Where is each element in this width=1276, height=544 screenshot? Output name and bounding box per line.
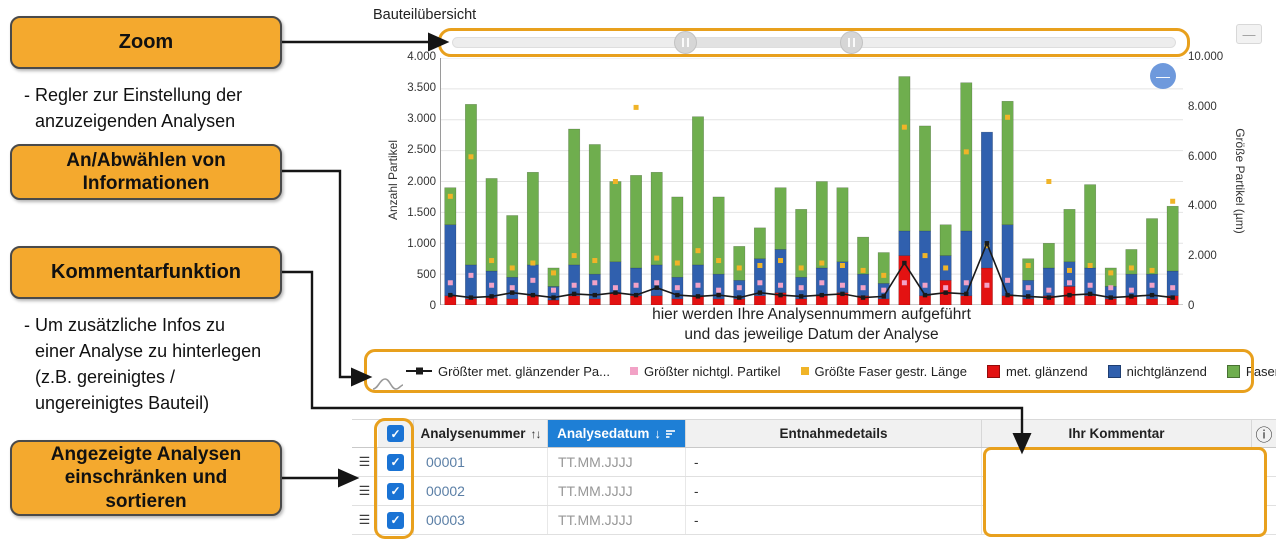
zoom-slider-selected-range[interactable] bbox=[686, 38, 852, 47]
distribution-curve-icon bbox=[372, 376, 404, 392]
y-axis-right-ticks: 10.000 8.000 6.000 4.000 2.000 0 bbox=[1188, 51, 1234, 312]
arrow-toggle-info bbox=[282, 171, 352, 377]
chart-legend: Größter met. glänzender Pa... Größter ni… bbox=[364, 349, 1254, 393]
column-header-analysenummer[interactable]: Analysenummer ↑↓ bbox=[414, 420, 548, 447]
row-checkbox[interactable]: ✓ bbox=[387, 454, 404, 471]
analysis-date: TT.MM.JJJJ bbox=[548, 506, 686, 534]
sort-bars-icon bbox=[666, 429, 676, 439]
check-icon: ✓ bbox=[390, 427, 400, 441]
analysis-date: TT.MM.JJJJ bbox=[548, 448, 686, 476]
comment-cell[interactable] bbox=[982, 477, 1252, 505]
yellow-marker-swatch bbox=[801, 367, 809, 375]
screenshot-root: Zoom - Regler zur Einstellung der anzuze… bbox=[0, 0, 1276, 544]
row-checkbox[interactable]: ✓ bbox=[387, 512, 404, 529]
analysis-table: ✓ Analysenummer ↑↓ Analysedatum ↓ Entnah… bbox=[352, 419, 1276, 535]
row-drag-handle[interactable]: ☰ bbox=[352, 477, 378, 505]
table-row: ☰ ✓ 00002 TT.MM.JJJJ - bbox=[352, 477, 1276, 506]
legend-item-groesster-nichtgl-partikel[interactable]: Größter nichtgl. Partikel bbox=[630, 364, 781, 379]
legend-item-met-glaenzend[interactable]: met. glänzend bbox=[987, 364, 1088, 379]
row-checkbox-cell: ✓ bbox=[378, 477, 414, 505]
column-header-analysedatum[interactable]: Analysedatum ↓ bbox=[548, 420, 686, 447]
legend-item-fasern[interactable]: Fasern bbox=[1227, 364, 1276, 379]
zoom-note: - Regler zur Einstellung der anzuzeigend… bbox=[24, 82, 242, 134]
panel-title: Bauteilübersicht bbox=[373, 7, 476, 23]
zoom-slider-handle-right[interactable] bbox=[840, 31, 863, 54]
comment-note: - Um zusätzliche Infos zu einer Analyse … bbox=[24, 312, 261, 416]
legend-item-groesster-met-glaenzender[interactable]: Größter met. glänzender Pa... bbox=[406, 364, 610, 379]
analysis-details: - bbox=[686, 448, 982, 476]
table-row: ☰ ✓ 00003 TT.MM.JJJJ - bbox=[352, 506, 1276, 535]
x-axis-note-line1: hier werden Ihre Analysennummern aufgefü… bbox=[440, 306, 1183, 324]
x-axis-note-line2: und das jeweilige Datum der Analyse bbox=[440, 326, 1183, 344]
legend-item-nichtglaenzend[interactable]: nichtglänzend bbox=[1108, 364, 1207, 379]
info-icon[interactable]: ⓘ bbox=[1256, 421, 1273, 446]
table-header-row: ✓ Analysenummer ↑↓ Analysedatum ↓ Entnah… bbox=[352, 419, 1276, 448]
check-icon: ✓ bbox=[390, 513, 400, 527]
blue-bar-swatch bbox=[1108, 365, 1121, 378]
callout-zoom: Zoom bbox=[10, 16, 282, 69]
analysis-details: - bbox=[686, 477, 982, 505]
line-marker-swatch bbox=[406, 366, 432, 376]
row-info-cell bbox=[1252, 448, 1276, 476]
chart-zoom-out-button[interactable]: — bbox=[1150, 63, 1176, 89]
comment-cell[interactable] bbox=[982, 448, 1252, 476]
callout-comment: Kommentarfunktion bbox=[10, 246, 282, 299]
row-checkbox-cell: ✓ bbox=[378, 506, 414, 534]
green-bar-swatch bbox=[1227, 365, 1240, 378]
column-header-entnahmedetails[interactable]: Entnahmedetails bbox=[686, 420, 982, 447]
analysis-date: TT.MM.JJJJ bbox=[548, 477, 686, 505]
check-icon: ✓ bbox=[390, 455, 400, 469]
select-all-cell: ✓ bbox=[378, 420, 414, 447]
y-axis-left-ticks: 4.000 3.500 3.000 2.500 2.000 1.500 1.00… bbox=[396, 51, 436, 312]
y-axis-left-title: Anzahl Partikel bbox=[386, 80, 400, 280]
legend-item-groesste-faser[interactable]: Größte Faser gestr. Länge bbox=[801, 364, 967, 379]
callout-restrict-sort: Angezeigte Analysen einschränken und sor… bbox=[10, 440, 282, 516]
callout-toggle-info: An/Abwählen von Informationen bbox=[10, 144, 282, 200]
analysis-number[interactable]: 00001 bbox=[414, 448, 548, 476]
panel-collapse-button[interactable]: — bbox=[1236, 24, 1262, 44]
red-bar-swatch bbox=[987, 365, 1000, 378]
menu-column-header bbox=[352, 420, 378, 447]
table-row: ☰ ✓ 00001 TT.MM.JJJJ - bbox=[352, 448, 1276, 477]
check-icon: ✓ bbox=[390, 484, 400, 498]
comment-cell[interactable] bbox=[982, 506, 1252, 534]
row-info-cell bbox=[1252, 477, 1276, 505]
zoom-slider-handle-left[interactable] bbox=[674, 31, 697, 54]
select-all-checkbox[interactable]: ✓ bbox=[387, 425, 404, 442]
callout-zoom-title: Zoom bbox=[119, 30, 173, 54]
sort-toggle-icon: ↑↓ bbox=[531, 427, 541, 441]
row-drag-handle[interactable]: ☰ bbox=[352, 448, 378, 476]
analysis-details: - bbox=[686, 506, 982, 534]
analysis-number[interactable]: 00002 bbox=[414, 477, 548, 505]
stacked-bar-chart bbox=[440, 58, 1183, 305]
y-axis-right-title: Größe Partikel (µm) bbox=[1233, 81, 1247, 281]
row-info-cell bbox=[1252, 506, 1276, 534]
sort-descending-icon: ↓ bbox=[654, 426, 661, 441]
row-checkbox[interactable]: ✓ bbox=[387, 483, 404, 500]
row-checkbox-cell: ✓ bbox=[378, 448, 414, 476]
pink-marker-swatch bbox=[630, 367, 638, 375]
column-header-kommentar[interactable]: Ihr Kommentar bbox=[982, 420, 1252, 447]
info-cell: ⓘ bbox=[1252, 420, 1276, 447]
analysis-number[interactable]: 00003 bbox=[414, 506, 548, 534]
row-drag-handle[interactable]: ☰ bbox=[352, 506, 378, 534]
